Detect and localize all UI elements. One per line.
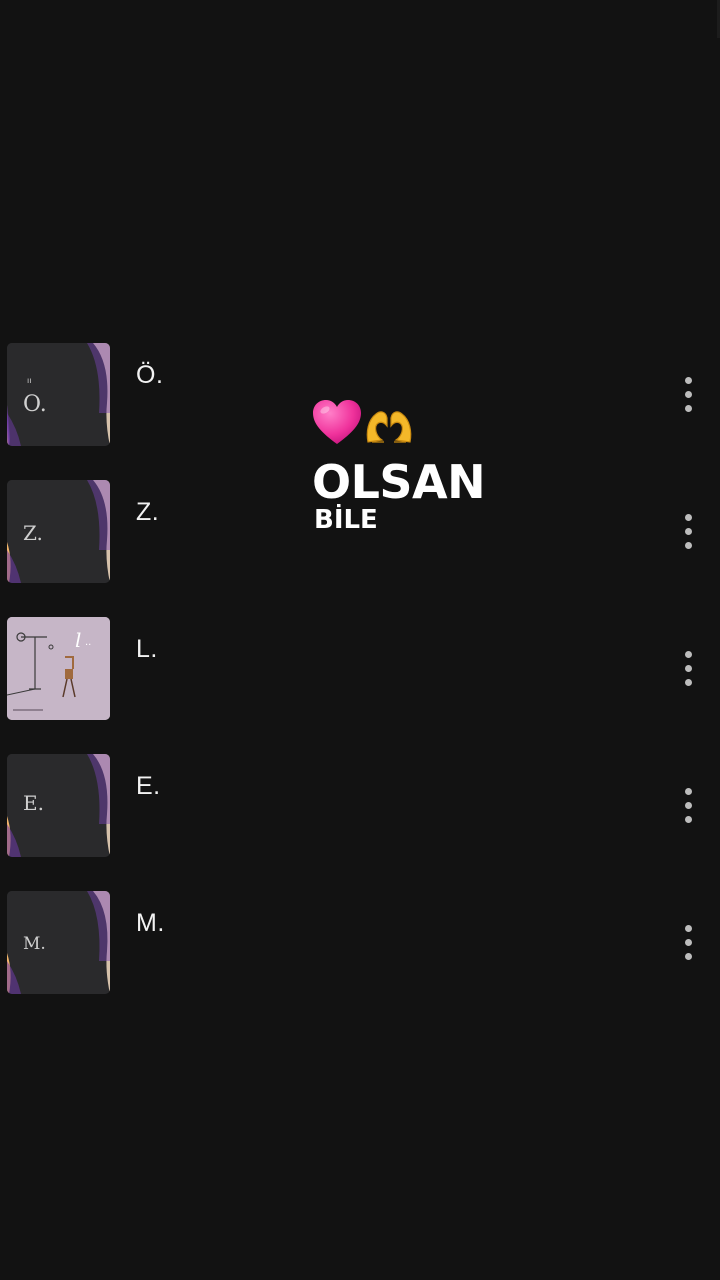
track-title: Z. bbox=[136, 498, 160, 526]
track-cover: E. bbox=[7, 754, 110, 857]
more-options-icon[interactable] bbox=[674, 784, 704, 828]
svg-text:..: .. bbox=[85, 637, 91, 648]
cover-art: E. bbox=[7, 754, 110, 857]
track-title: L. bbox=[136, 635, 158, 663]
cover-art: M. bbox=[7, 891, 110, 994]
svg-text:Z.: Z. bbox=[23, 521, 43, 545]
more-options-icon[interactable] bbox=[674, 373, 704, 417]
cover-art: l .. bbox=[7, 617, 110, 720]
track-cover: M. bbox=[7, 891, 110, 994]
text-overlay[interactable]: OLSAN BİLE bbox=[312, 396, 532, 534]
track-row[interactable]: l .. L. bbox=[0, 617, 720, 754]
track-row[interactable]: M. M. bbox=[0, 891, 720, 1028]
more-options-icon[interactable] bbox=[674, 921, 704, 965]
track-title: Ö. bbox=[136, 361, 164, 389]
track-row[interactable]: E. E. bbox=[0, 754, 720, 891]
heart-icon bbox=[313, 400, 361, 444]
svg-text:M.: M. bbox=[23, 934, 46, 954]
svg-text:O.: O. bbox=[23, 392, 47, 417]
screen: ıı O. Ö. Z. Z. l .. L. E. E. M. M. OLSAN… bbox=[0, 0, 720, 1280]
overlay-subtitle: BİLE bbox=[314, 505, 378, 535]
track-cover: ıı O. bbox=[7, 343, 110, 446]
cover-art: Z. bbox=[7, 480, 110, 583]
cover-art: ıı O. bbox=[7, 343, 110, 446]
svg-text:ıı: ıı bbox=[27, 376, 31, 385]
svg-text:E.: E. bbox=[23, 791, 44, 815]
more-options-icon[interactable] bbox=[674, 510, 704, 554]
overlay-title: OLSAN bbox=[312, 455, 486, 509]
track-cover: l .. bbox=[7, 617, 110, 720]
heart-hands-icon bbox=[366, 411, 412, 443]
track-cover: Z. bbox=[7, 480, 110, 583]
svg-text:l: l bbox=[75, 628, 81, 652]
emoji-sticker bbox=[312, 396, 532, 448]
track-title: M. bbox=[136, 909, 165, 937]
more-options-icon[interactable] bbox=[674, 647, 704, 691]
track-title: E. bbox=[136, 772, 161, 800]
